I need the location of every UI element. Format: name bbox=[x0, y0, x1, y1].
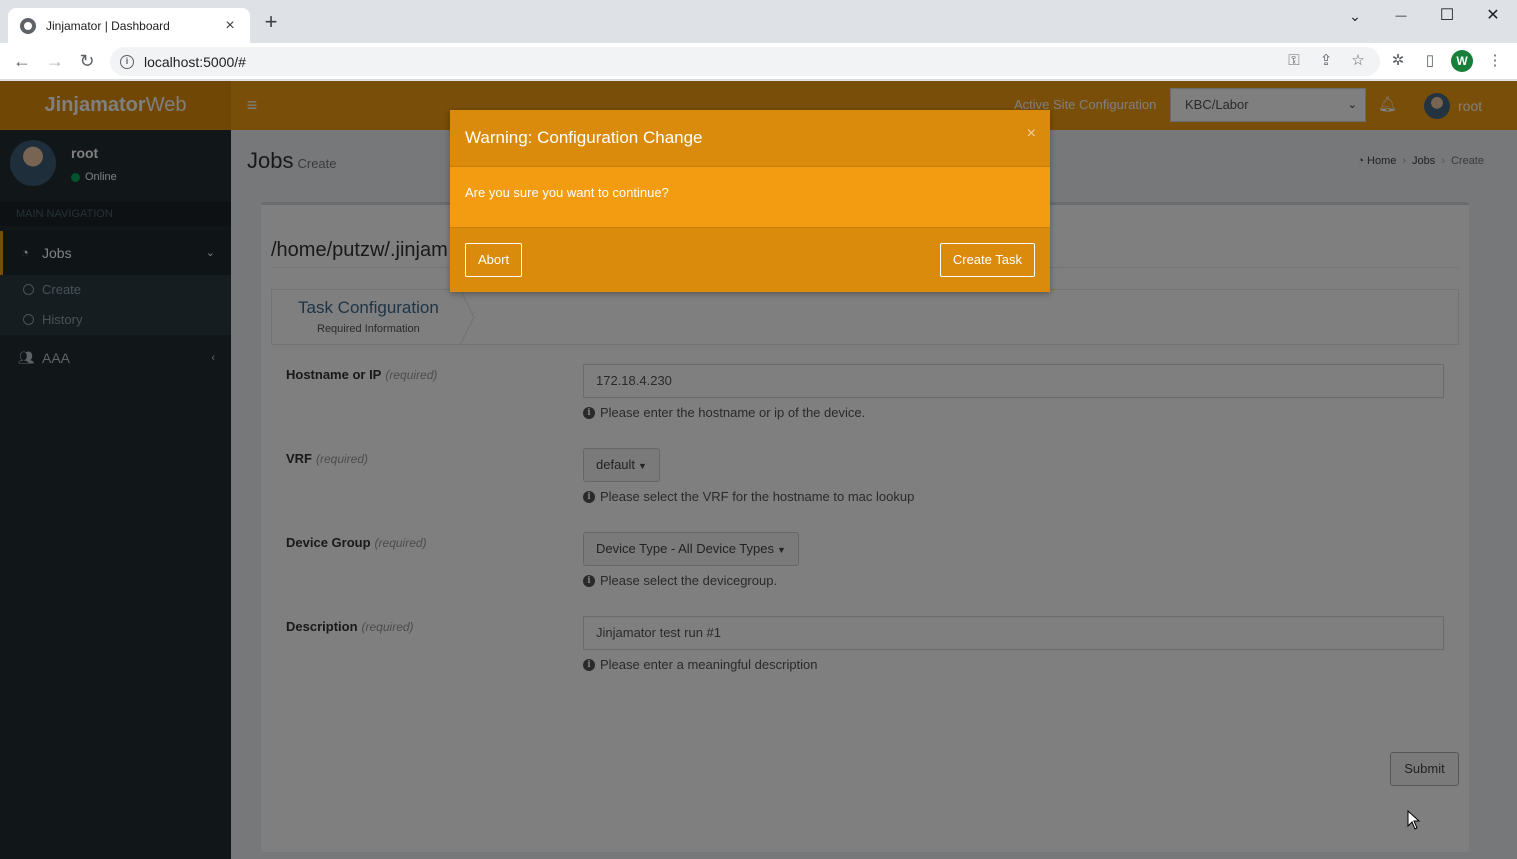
back-arrow-icon[interactable]: ← bbox=[10, 49, 34, 73]
app-viewport: JinjamatorWeb ≡ Active Site Configuratio… bbox=[0, 81, 1517, 859]
browser-tab[interactable]: Jinjamator | Dashboard × bbox=[8, 8, 250, 43]
url-text: localhost:5000/# bbox=[144, 53, 246, 70]
profile-avatar[interactable]: W bbox=[1451, 50, 1473, 72]
reload-icon[interactable]: ↻ bbox=[75, 49, 99, 73]
side-panel-icon[interactable]: ▯ bbox=[1420, 51, 1440, 71]
share-icon[interactable]: ⇪ bbox=[1316, 51, 1336, 71]
url-field[interactable]: i localhost:5000/# bbox=[110, 47, 1380, 76]
forward-arrow-icon[interactable]: → bbox=[43, 49, 67, 73]
minimize-icon[interactable]: — bbox=[1383, 4, 1419, 28]
modal-body: Are you sure you want to continue? bbox=[465, 185, 669, 200]
star-icon[interactable]: ☆ bbox=[1348, 51, 1368, 71]
extensions-icon[interactable]: ✲ bbox=[1388, 51, 1408, 71]
browser-menu-icon[interactable]: ⋮ bbox=[1485, 51, 1505, 71]
tab-title: Jinjamator | Dashboard bbox=[46, 18, 170, 33]
modal-title: Warning: Configuration Change bbox=[465, 128, 703, 147]
browser-tab-strip: Jinjamator | Dashboard × + ⌄ — ☐ ✕ bbox=[0, 0, 1517, 43]
site-info-icon[interactable]: i bbox=[120, 54, 134, 69]
tab-close-icon[interactable]: × bbox=[222, 17, 238, 35]
new-tab-button[interactable]: + bbox=[260, 11, 282, 34]
create-task-button[interactable]: Create Task bbox=[939, 243, 1035, 277]
modal-header: Warning: Configuration Change × bbox=[450, 110, 1050, 167]
tab-search-icon[interactable]: ⌄ bbox=[1337, 4, 1373, 28]
abort-button[interactable]: Abort bbox=[465, 243, 523, 277]
mouse-cursor-icon bbox=[1407, 810, 1421, 830]
globe-icon bbox=[20, 17, 36, 34]
maximize-icon[interactable]: ☐ bbox=[1429, 4, 1465, 28]
confirm-modal: Warning: Configuration Change × Are you … bbox=[450, 110, 1050, 292]
close-window-icon[interactable]: ✕ bbox=[1475, 4, 1511, 28]
address-bar: ← → ↻ i localhost:5000/# ⚿ ⇪ ☆ ✲ ▯ W ⋮ bbox=[0, 43, 1517, 80]
key-icon[interactable]: ⚿ bbox=[1284, 51, 1304, 71]
modal-footer: Abort Create Task bbox=[450, 227, 1050, 292]
close-icon[interactable]: × bbox=[1027, 125, 1036, 143]
